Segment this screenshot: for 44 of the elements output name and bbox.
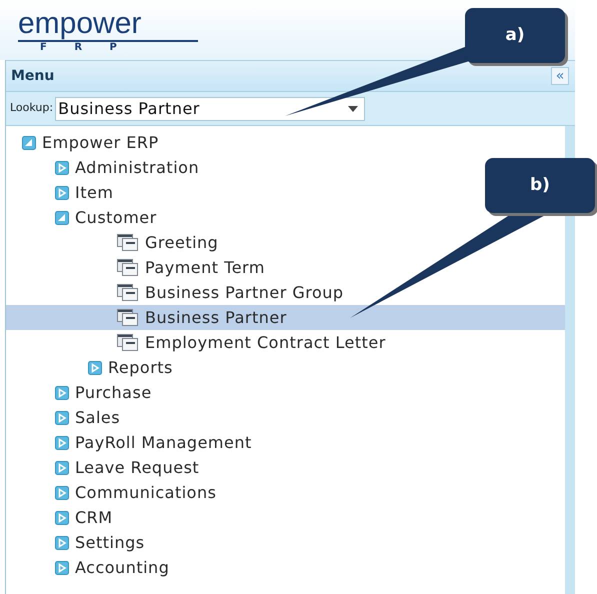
expand-icon[interactable]	[55, 536, 69, 550]
expand-icon[interactable]	[55, 160, 69, 174]
tree-item[interactable]: Administration	[6, 155, 204, 180]
tree-item[interactable]: Business Partner	[6, 305, 565, 330]
tree-item[interactable]: CRM	[6, 505, 117, 530]
lookup-dropdown[interactable]: Business Partner	[55, 96, 366, 120]
tree-item[interactable]: Item	[6, 180, 118, 205]
tree-item[interactable]: Customer	[6, 205, 161, 230]
window-icon	[117, 334, 139, 352]
menu-header: Menu «	[6, 60, 575, 92]
expand-icon[interactable]	[55, 186, 69, 200]
tree-item[interactable]: Employment Contract Letter	[6, 330, 390, 355]
window-icon	[117, 284, 139, 302]
window-icon	[117, 234, 139, 252]
collapse-icon[interactable]	[22, 136, 36, 150]
callout-box: a)	[465, 8, 565, 63]
collapse-icon[interactable]	[55, 210, 69, 224]
expand-icon[interactable]	[55, 460, 69, 474]
tree-item[interactable]: Empower ERP	[6, 130, 163, 155]
expand-icon[interactable]	[55, 486, 69, 500]
tree-item[interactable]: Reports	[6, 355, 177, 380]
expand-icon[interactable]	[55, 510, 69, 524]
expand-icon[interactable]	[55, 386, 69, 400]
tree-item[interactable]: Purchase	[6, 380, 156, 405]
expand-icon[interactable]	[55, 560, 69, 574]
tree-item[interactable]: Payment Term	[6, 255, 269, 280]
tree-item[interactable]: PayRoll Management	[6, 430, 256, 455]
expand-icon[interactable]	[88, 360, 102, 374]
tree-item[interactable]: Sales	[6, 405, 124, 430]
caret-icon	[348, 106, 358, 112]
callout-box: b)	[485, 158, 595, 213]
tree-item[interactable]: Greeting	[6, 230, 222, 255]
tree-item[interactable]: Business Partner Group	[6, 280, 348, 305]
tree-item[interactable]: Leave Request	[6, 455, 204, 480]
tree-item[interactable]: Settings	[6, 530, 149, 555]
expand-icon[interactable]	[55, 410, 69, 424]
tree-item[interactable]: Communications	[6, 480, 220, 505]
expand-icon[interactable]	[55, 436, 69, 450]
logo: empower F R P	[18, 10, 198, 54]
window-icon	[117, 308, 139, 326]
lookup-label: Lookup:	[10, 100, 54, 116]
window-icon	[117, 258, 139, 276]
tree-item[interactable]: Accounting	[6, 555, 174, 580]
collapse-button[interactable]: «	[551, 67, 569, 85]
